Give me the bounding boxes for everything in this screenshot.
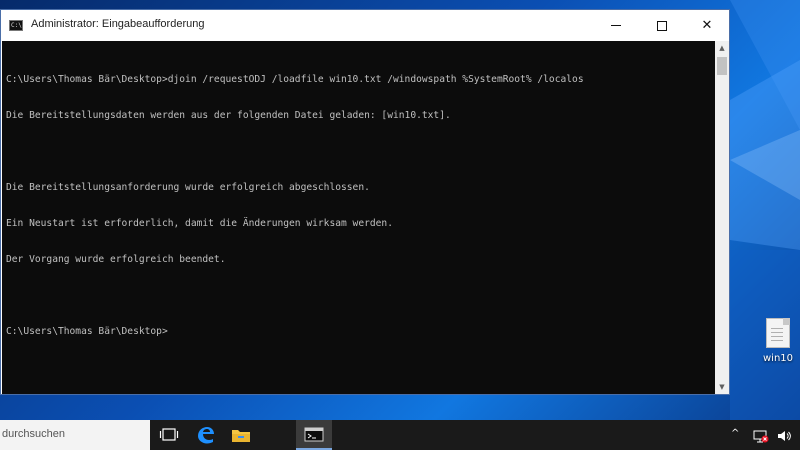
vertical-scrollbar[interactable]: ▲ ▼ [715,41,729,394]
command-prompt-icon [304,427,324,442]
text-file-icon [766,318,790,348]
show-hidden-icons-chevron-up-icon[interactable]: ^ [731,428,743,440]
taskbar: durchsuchen ^ [0,420,800,450]
desktop-file-label: win10 [762,353,794,364]
close-icon: ✕ [701,18,713,33]
console-window[interactable]: C:\ Administrator: Eingabeaufforderung ✕… [0,9,730,395]
speaker-icon[interactable] [776,429,792,443]
console-prompt-line[interactable]: C:\Users\Thomas Bär\Desktop> [6,326,715,338]
taskbar-search-box[interactable]: durchsuchen [0,420,150,450]
network-error-icon[interactable] [753,429,769,443]
console-line: Ein Neustart ist erforderlich, damit die… [6,218,393,229]
task-view-button[interactable] [151,420,187,450]
scroll-thumb[interactable] [717,57,727,75]
scroll-up-arrow-icon[interactable]: ▲ [715,41,729,55]
console-line: C:\Users\Thomas Bär\Desktop>djoin /reque… [6,74,584,85]
close-button[interactable]: ✕ [684,10,730,41]
file-explorer-taskbar-button[interactable] [223,420,259,450]
minimize-icon [611,25,621,26]
console-output[interactable]: C:\Users\Thomas Bär\Desktop>djoin /reque… [2,41,715,394]
console-line: Die Bereitstellungsdaten werden aus der … [6,110,451,121]
command-prompt-icon: C:\ [9,20,23,31]
command-prompt-taskbar-button[interactable] [296,420,332,450]
edge-icon [198,427,214,444]
desktop-file-icon[interactable]: win10 [752,318,800,364]
minimize-button[interactable] [593,10,639,41]
console-line: Die Bereitstellungsanforderung wurde erf… [6,182,370,193]
console-line: Der Vorgang wurde erfolgreich beendet. [6,254,226,265]
edge-taskbar-button[interactable] [187,420,223,450]
window-title: Administrator: Eingabeaufforderung [31,18,205,30]
folder-icon [232,430,250,442]
maximize-button[interactable] [639,10,685,41]
search-placeholder: durchsuchen [2,428,65,440]
task-view-icon [159,428,179,441]
window-titlebar[interactable]: C:\ Administrator: Eingabeaufforderung ✕ [1,10,729,41]
maximize-icon [657,20,667,31]
scroll-down-arrow-icon[interactable]: ▼ [715,380,729,394]
